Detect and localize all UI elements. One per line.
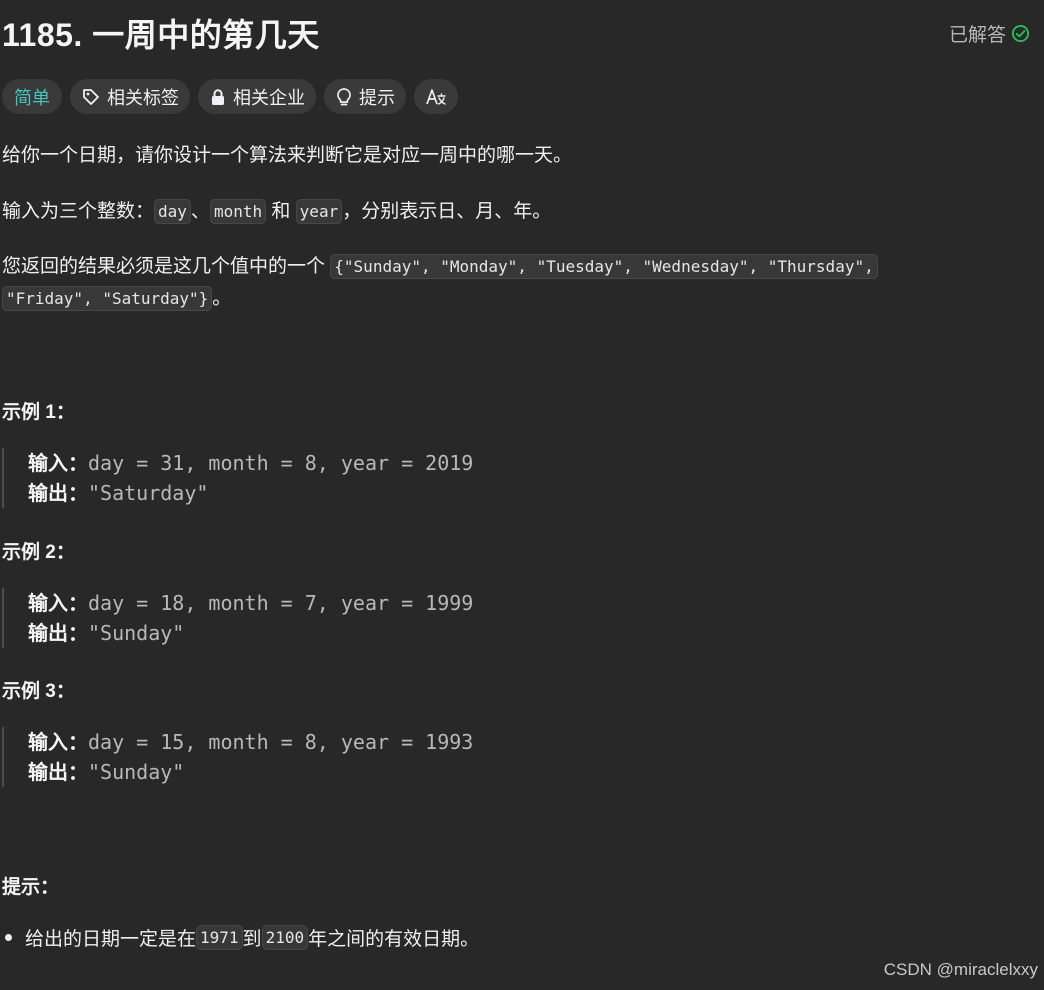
example-1-output: 输出："Saturday" [28, 478, 602, 508]
solved-status: 已解答 [949, 20, 1030, 47]
related-companies-label: 相关企业 [233, 87, 305, 108]
input-label: 输入： [28, 593, 88, 615]
translate-icon [425, 87, 447, 107]
check-circle-icon [1011, 24, 1030, 43]
problem-title: 1185. 一周中的第几天 [2, 17, 320, 53]
difficulty-label: 简单 [14, 87, 50, 108]
input-value: day = 15, month = 8, year = 1993 [88, 730, 474, 754]
output-value: "Saturday" [88, 481, 209, 505]
hints-list: 给出的日期一定是在 1971 到 2100 年之间的有效日期。 [2, 924, 479, 951]
example-3-input: 输入：day = 15, month = 8, year = 1993 [28, 727, 602, 757]
list-item: 给出的日期一定是在 1971 到 2100 年之间的有效日期。 [2, 924, 479, 951]
inline-code-2100: 2100 [261, 925, 309, 950]
inline-code-day: day [154, 199, 191, 224]
example-3-heading: 示例 3： [2, 681, 75, 702]
inline-code-day-names-1: {"Sunday", "Monday", "Tuesday", "Wednesd… [330, 254, 878, 279]
translate-button[interactable] [414, 79, 458, 114]
hint-prefix: 给出的日期一定是在 [25, 929, 197, 950]
output-value: "Sunday" [88, 760, 185, 784]
hint-middle: 到 [242, 929, 262, 950]
return-desc-prefix: 您返回的结果必须是这几个值中的一个 [2, 256, 331, 277]
output-label: 输出： [28, 623, 88, 645]
output-label: 输出： [28, 762, 88, 784]
related-companies-button[interactable]: 相关企业 [198, 79, 316, 114]
example-3-block: 输入：day = 15, month = 8, year = 1993 输出："… [2, 727, 602, 787]
hint-label: 提示 [359, 87, 395, 108]
watermark: CSDN @miraclelxxy [883, 960, 1038, 979]
example-2-block: 输入：day = 18, month = 7, year = 1999 输出："… [2, 588, 602, 648]
related-topics-label: 相关标签 [107, 87, 179, 108]
bullet-icon [5, 934, 12, 941]
hints-heading: 提示： [2, 877, 60, 898]
input-value: day = 31, month = 8, year = 2019 [88, 451, 474, 475]
output-value: "Sunday" [88, 621, 185, 645]
example-2-heading: 示例 2： [2, 542, 75, 563]
related-topics-button[interactable]: 相关标签 [70, 79, 190, 114]
tag-icon [81, 87, 101, 107]
input-value: day = 18, month = 7, year = 1999 [88, 591, 474, 615]
output-label: 输出： [28, 483, 88, 505]
lock-icon [209, 88, 227, 106]
example-3-output: 输出："Sunday" [28, 757, 602, 787]
lightbulb-icon [335, 87, 353, 107]
input-label: 输入： [28, 732, 88, 754]
example-1-input: 输入：day = 31, month = 8, year = 2019 [28, 448, 602, 478]
input-desc-suffix: ，分别表示日、月、年。 [342, 201, 552, 222]
description-paragraph-3: 您返回的结果必须是这几个值中的一个 {"Sunday", "Monday", "… [2, 251, 878, 315]
input-desc-sep2: 和 [266, 201, 296, 222]
input-desc-prefix: 输入为三个整数： [2, 201, 155, 222]
example-1-block: 输入：day = 31, month = 8, year = 2019 输出："… [2, 448, 602, 508]
inline-code-year: year [295, 199, 343, 224]
input-label: 输入： [28, 453, 88, 475]
example-2-output: 输出："Sunday" [28, 618, 602, 648]
description-paragraph-1: 给你一个日期，请你设计一个算法来判断它是对应一周中的哪一天。 [2, 145, 573, 166]
input-desc-sep1: 、 [190, 201, 210, 222]
description-paragraph-2: 输入为三个整数： day、 month 和 year ，分别表示日、月、年。 [2, 196, 551, 228]
example-1-heading: 示例 1： [2, 402, 75, 423]
inline-code-day-names-2: "Friday", "Saturday"} [2, 286, 213, 311]
hint-button[interactable]: 提示 [324, 79, 406, 114]
tag-bar: 简单 相关标签 相关企业 提示 [2, 79, 458, 114]
solved-status-label: 已解答 [948, 25, 1006, 46]
inline-code-month: month [209, 199, 267, 224]
example-2-input: 输入：day = 18, month = 7, year = 1999 [28, 588, 602, 618]
hint-suffix: 年之间的有效日期。 [308, 929, 480, 950]
inline-code-1971: 1971 [196, 925, 243, 950]
difficulty-tag[interactable]: 简单 [2, 79, 62, 114]
return-desc-suffix: 。 [212, 288, 232, 309]
